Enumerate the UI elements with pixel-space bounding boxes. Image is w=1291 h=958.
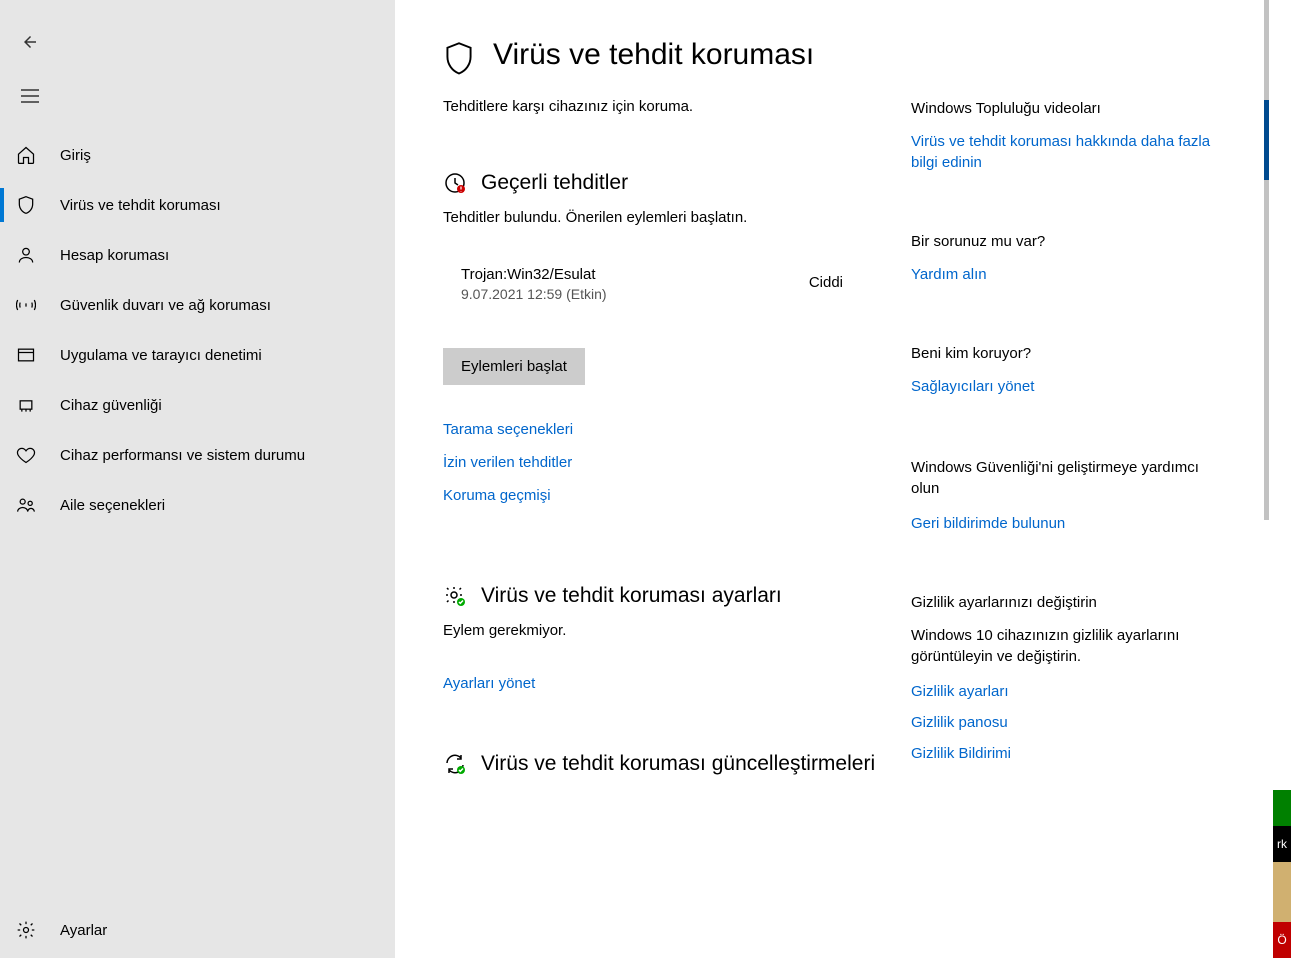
nav-label: Hesap koruması: [60, 247, 169, 264]
edge-green: [1273, 790, 1291, 826]
page-subtitle: Tehditlere karşı cihazınız için koruma.: [443, 98, 893, 115]
section-protection-updates: Virüs ve tehdit koruması güncelleştirmel…: [443, 752, 893, 776]
aside-privacy: Gizlilik ayarlarınızı değiştirin Windows…: [911, 594, 1231, 764]
threat-row[interactable]: Trojan:Win32/Esulat 9.07.2021 12:59 (Etk…: [443, 266, 893, 302]
link-privacy-settings[interactable]: Gizlilik ayarları: [911, 681, 1231, 702]
nav-item-home[interactable]: Giriş: [0, 130, 395, 180]
shield-large-icon: [443, 42, 479, 78]
section-subtitle: Tehditler bulundu. Önerilen eylemleri ba…: [443, 209, 893, 226]
section-header: Virüs ve tehdit koruması güncelleştirmel…: [443, 752, 893, 776]
link-get-help[interactable]: Yardım alın: [911, 264, 1231, 285]
nav-label: Cihaz performansı ve sistem durumu: [60, 447, 305, 464]
edge-tan2: [1273, 892, 1291, 922]
aside-title: Windows Topluluğu videoları: [911, 100, 1231, 117]
nav-label: Güvenlik duvarı ve ağ koruması: [60, 297, 271, 314]
signal-icon: [14, 293, 38, 317]
link-feedback[interactable]: Geri bildirimde bulunun: [911, 513, 1231, 534]
aside-title: Gizlilik ayarlarınızı değiştirin: [911, 594, 1231, 611]
hamburger-icon: [21, 89, 39, 103]
nav-label: Cihaz güvenliği: [60, 397, 162, 414]
link-community-video[interactable]: Virüs ve tehdit koruması hakkında daha f…: [911, 131, 1231, 173]
aside-question: Bir sorunuz mu var? Yardım alın: [911, 233, 1231, 285]
edge-tan1: [1273, 862, 1291, 892]
window-icon: [14, 343, 38, 367]
nav-item-settings[interactable]: Ayarlar: [0, 902, 395, 958]
history-alert-icon: [443, 171, 467, 195]
nav-item-family[interactable]: Aile seçenekleri: [0, 480, 395, 530]
person-icon: [14, 243, 38, 267]
link-privacy-dashboard[interactable]: Gizlilik panosu: [911, 712, 1231, 733]
nav-label: Aile seçenekleri: [60, 497, 165, 514]
section-title: Virüs ve tehdit koruması ayarları: [481, 584, 782, 608]
page-title: Virüs ve tehdit koruması: [493, 34, 814, 76]
main-content: Virüs ve tehdit koruması Tehditlere karş…: [395, 0, 1291, 958]
aside-title: Beni kim koruyor?: [911, 345, 1231, 362]
nav-list: Giriş Virüs ve tehdit koruması Hesap kor…: [0, 130, 395, 902]
sidebar-top: [0, 0, 395, 130]
section-title: Virüs ve tehdit koruması güncelleştirmel…: [481, 752, 875, 776]
nav-item-device-performance[interactable]: Cihaz performansı ve sistem durumu: [0, 430, 395, 480]
refresh-check-icon: [443, 752, 467, 776]
heart-icon: [14, 443, 38, 467]
back-arrow-icon: [21, 33, 39, 51]
sidebar: Giriş Virüs ve tehdit koruması Hesap kor…: [0, 0, 395, 958]
threat-meta: 9.07.2021 12:59 (Etkin): [461, 286, 607, 302]
gear-icon: [14, 918, 38, 942]
section-subtitle: Eylem gerekmiyor.: [443, 622, 893, 639]
nav-item-app-browser[interactable]: Uygulama ve tarayıcı denetimi: [0, 330, 395, 380]
home-icon: [14, 143, 38, 167]
menu-button[interactable]: [6, 72, 54, 120]
aside-title: Windows Güvenliği'ni geliştirmeye yardım…: [911, 457, 1231, 499]
section-header: Geçerli tehditler: [443, 171, 893, 195]
nav-label: Giriş: [60, 147, 91, 164]
nav-label: Virüs ve tehdit koruması: [60, 197, 221, 214]
page-header: Virüs ve tehdit koruması: [443, 34, 893, 78]
scrollbar[interactable]: [1264, 0, 1269, 958]
edge-black: rk: [1273, 826, 1291, 862]
edge-blank: [1273, 0, 1291, 790]
aside-title: Bir sorunuz mu var?: [911, 233, 1231, 250]
link-protection-history[interactable]: Koruma geçmişi: [443, 487, 893, 504]
section-protection-settings: Virüs ve tehdit koruması ayarları Eylem …: [443, 584, 893, 692]
aside-improve: Windows Güvenliği'ni geliştirmeye yardım…: [911, 457, 1231, 534]
link-allowed-threats[interactable]: İzin verilen tehditler: [443, 454, 893, 471]
edge-strip: rk Ö: [1273, 0, 1291, 958]
aside-subtitle: Windows 10 cihazınızın gizlilik ayarları…: [911, 625, 1231, 667]
link-manage-settings[interactable]: Ayarları yönet: [443, 675, 893, 692]
nav-label: Uygulama ve tarayıcı denetimi: [60, 347, 262, 364]
back-button[interactable]: [6, 18, 54, 66]
aside-protecting: Beni kim koruyor? Sağlayıcıları yönet: [911, 345, 1231, 397]
gear-check-icon: [443, 584, 467, 608]
scrollbar-thumb[interactable]: [1264, 0, 1269, 520]
aside-community: Windows Topluluğu videoları Virüs ve teh…: [911, 100, 1231, 173]
nav-item-account-protection[interactable]: Hesap koruması: [0, 230, 395, 280]
nav-item-virus-threat[interactable]: Virüs ve tehdit koruması: [0, 180, 395, 230]
section-title: Geçerli tehditler: [481, 171, 628, 195]
start-actions-button[interactable]: Eylemleri başlat: [443, 348, 585, 385]
shield-icon: [14, 193, 38, 217]
threat-info: Trojan:Win32/Esulat 9.07.2021 12:59 (Etk…: [461, 266, 607, 302]
link-privacy-statement[interactable]: Gizlilik Bildirimi: [911, 743, 1231, 764]
edge-red: Ö: [1273, 922, 1291, 958]
link-scan-options[interactable]: Tarama seçenekleri: [443, 421, 893, 438]
threat-name: Trojan:Win32/Esulat: [461, 266, 607, 283]
link-manage-providers[interactable]: Sağlayıcıları yönet: [911, 376, 1231, 397]
nav-item-device-security[interactable]: Cihaz güvenliği: [0, 380, 395, 430]
section-header: Virüs ve tehdit koruması ayarları: [443, 584, 893, 608]
chip-icon: [14, 393, 38, 417]
threat-severity: Ciddi: [809, 266, 843, 291]
scrollbar-accent: [1264, 100, 1269, 180]
family-icon: [14, 493, 38, 517]
section-current-threats: Geçerli tehditler Tehditler bulundu. Öne…: [443, 171, 893, 504]
nav-item-firewall[interactable]: Güvenlik duvarı ve ağ koruması: [0, 280, 395, 330]
nav-label: Ayarlar: [60, 922, 107, 939]
content-column: Virüs ve tehdit koruması Tehditlere karş…: [443, 34, 893, 958]
aside-column: Windows Topluluğu videoları Virüs ve teh…: [911, 34, 1231, 958]
